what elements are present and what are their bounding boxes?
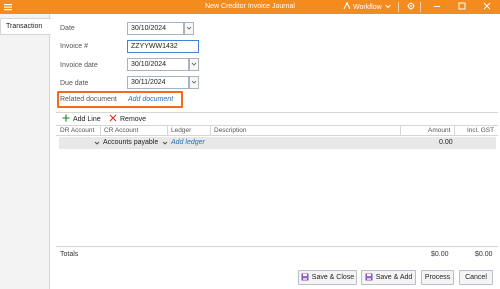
column-separator xyxy=(210,126,211,136)
remove-button[interactable]: Remove xyxy=(109,114,146,124)
settings-button[interactable] xyxy=(405,1,417,13)
maximize-button[interactable] xyxy=(456,1,468,13)
column-header-cr-account[interactable]: CR Account xyxy=(104,127,138,134)
save-icon xyxy=(301,273,309,283)
invoice-number-field[interactable]: ZZYYWW1432 xyxy=(127,40,199,53)
chevron-down-icon xyxy=(191,79,197,87)
cancel-button[interactable]: Cancel xyxy=(459,270,493,285)
totals-amount: $0.00 xyxy=(431,251,449,258)
plus-icon xyxy=(62,114,70,124)
chevron-down-icon xyxy=(384,2,392,12)
invoice-date-field[interactable]: 30/10/2024 xyxy=(127,58,189,71)
totals-incl-gst: $0.00 xyxy=(475,251,493,258)
process-label: Process xyxy=(424,274,451,281)
title-separator xyxy=(420,2,421,12)
related-document-label: Related document xyxy=(60,96,117,103)
date-field[interactable]: 30/10/2024 xyxy=(127,22,184,35)
chevron-down-icon xyxy=(186,25,192,33)
remove-label: Remove xyxy=(120,115,147,123)
group-account: Accounts payable xyxy=(103,139,159,146)
column-separator xyxy=(167,126,168,136)
date-label: Date xyxy=(60,25,75,32)
column-header-incl-gst[interactable]: Incl. GST xyxy=(467,127,494,134)
invoice-date-dropdown-button[interactable] xyxy=(189,58,199,71)
line-toolbar: Add Line Remove xyxy=(56,112,498,124)
add-ledger-link[interactable]: Add ledger xyxy=(171,139,205,146)
add-document-link[interactable]: Add document xyxy=(128,96,173,103)
group-amount: 0.00 xyxy=(439,139,453,146)
remove-icon xyxy=(109,114,117,124)
column-separator xyxy=(454,126,455,136)
minimize-icon xyxy=(433,2,441,12)
column-separator xyxy=(100,126,101,136)
column-header-dr-account[interactable]: DR Account xyxy=(60,127,94,134)
due-date-field[interactable]: 30/11/2024 xyxy=(127,76,189,89)
cancel-label: Cancel xyxy=(465,274,487,281)
title-bar: New Creditor Invoice Journal Workflow xyxy=(0,0,500,14)
process-button[interactable]: Process xyxy=(421,270,454,285)
add-line-label: Add Line xyxy=(73,115,101,123)
save-icon xyxy=(365,273,373,283)
due-date-dropdown-button[interactable] xyxy=(189,76,199,89)
save-close-button[interactable]: Save & Close xyxy=(298,270,357,285)
minimize-button[interactable] xyxy=(431,1,443,13)
gear-icon xyxy=(407,2,415,12)
lines-table-header: DR Account CR Account Ledger Description… xyxy=(56,125,498,136)
save-add-button[interactable]: Save & Add xyxy=(361,270,416,285)
save-add-label: Save & Add xyxy=(375,274,413,281)
workflow-label: Workflow xyxy=(353,3,382,11)
chevron-down-icon[interactable] xyxy=(162,140,168,146)
maximize-icon xyxy=(458,2,466,12)
chevron-down-icon[interactable] xyxy=(94,140,100,146)
column-header-description[interactable]: Description xyxy=(214,127,247,134)
title-separator xyxy=(398,2,399,12)
totals-row: Totals $0.00 $0.00 xyxy=(56,246,498,262)
column-header-amount[interactable]: Amount xyxy=(428,127,450,134)
tab-strip: Transaction xyxy=(0,14,51,289)
column-separator xyxy=(400,126,401,136)
invoice-number-label: Invoice # xyxy=(60,43,89,50)
invoice-date-label: Invoice date xyxy=(60,62,98,69)
close-icon xyxy=(483,2,491,12)
column-header-ledger[interactable]: Ledger xyxy=(171,127,191,134)
totals-label: Totals xyxy=(60,251,79,258)
add-line-button[interactable]: Add Line xyxy=(62,114,101,124)
tab-transaction[interactable]: Transaction xyxy=(0,18,51,35)
save-close-label: Save & Close xyxy=(311,274,355,281)
workflow-menu[interactable]: Workflow xyxy=(343,1,392,13)
close-button[interactable] xyxy=(481,1,493,13)
due-date-label: Due date xyxy=(60,80,89,87)
table-group-row[interactable]: Accounts payable Add ledger 0.00 xyxy=(59,137,496,149)
date-dropdown-button[interactable] xyxy=(184,22,194,35)
window-title: New Creditor Invoice Journal xyxy=(205,3,295,10)
chevron-down-icon xyxy=(191,61,197,69)
workflow-icon xyxy=(343,1,351,12)
